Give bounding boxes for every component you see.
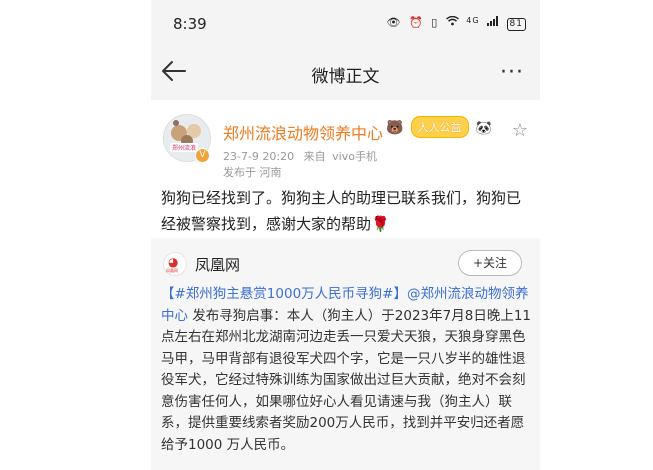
rose-emoji-icon: 🌹 — [371, 215, 390, 233]
repost-body: 发布寻狗启事：本人（狗主人）于2023年7月8日晚上11点左右在郑州北龙湖南河边… — [161, 307, 532, 453]
source-label: 来自 — [303, 150, 326, 163]
post-date: 23-7-9 20:20 — [223, 150, 295, 163]
avatar-label: 郑州流浪 — [170, 143, 199, 152]
post-source: vivo手机 — [332, 150, 377, 163]
page-title: 微博正文 — [311, 67, 380, 87]
status-icons: 👁 ⏰ ▯ 4G 81 — [384, 15, 526, 31]
alarm-icon: ⏰ — [408, 16, 424, 29]
vibrate-icon: ▯ — [431, 16, 439, 29]
verified-badge-icon: V — [195, 148, 210, 163]
follow-button[interactable]: +关注 — [458, 250, 522, 276]
ifeng-logo-icon[interactable]: ◕ 凤凰网 — [163, 252, 187, 276]
status-bar: 8:39 👁 ⏰ ▯ 4G 81 — [151, 0, 540, 44]
repost-source-name[interactable]: 凤凰网 — [195, 254, 240, 275]
panda-badge-icon: 🐼 — [475, 120, 492, 136]
repost-card[interactable]: ◕ 凤凰网 凤凰网 +关注 【#郑州狗主悬赏1000万人民币寻狗#】@郑州流浪动… — [151, 238, 540, 470]
post-header: 郑州流浪 V 郑州流浪动物领养中心 🐻 人人公益 🐼 23-7-9 20:20 … — [151, 100, 540, 180]
phone-screen: 8:39 👁 ⏰ ▯ 4G 81 微博正文 ··· 郑州流浪 V 郑州流浪动物领… — [151, 0, 540, 470]
post-location: 发布于 河南 — [223, 166, 282, 179]
repost-text: 【#郑州狗主悬赏1000万人民币寻狗#】@郑州流浪动物领养中心 发布寻狗启事：本… — [161, 284, 533, 456]
author-badges: 🐻 人人公益 🐼 — [386, 116, 492, 138]
network-label: 4G — [466, 16, 480, 25]
more-options-icon[interactable]: ··· — [500, 60, 524, 85]
bear-badge-icon: 🐻 — [386, 119, 404, 136]
public-welfare-badge[interactable]: 人人公益 — [410, 116, 469, 138]
battery-icon: 81 — [506, 18, 526, 31]
eye-icon: 👁 — [386, 16, 402, 29]
wifi-icon — [445, 15, 459, 29]
author-name[interactable]: 郑州流浪动物领养中心 — [223, 120, 383, 144]
nav-bar: 微博正文 ··· — [151, 44, 540, 100]
status-time: 8:39 — [173, 15, 207, 33]
signal-icon — [487, 16, 499, 29]
star-icon[interactable]: ☆ — [512, 120, 528, 141]
logo-text: 凤凰网 — [166, 268, 178, 273]
post-meta: 23-7-9 20:20 来自 vivo手机 — [223, 148, 377, 164]
post-body: 狗狗已经找到了。狗狗主人的助理已联系我们，狗狗已经被警察找到，感谢大家的帮助 — [161, 189, 522, 233]
hashtag-link[interactable]: 【#郑州狗主悬赏1000万人民币寻狗#】 — [161, 286, 407, 302]
post-text: 狗狗已经找到了。狗狗主人的助理已联系我们，狗狗已经被警察找到，感谢大家的帮助🌹 — [161, 185, 531, 237]
